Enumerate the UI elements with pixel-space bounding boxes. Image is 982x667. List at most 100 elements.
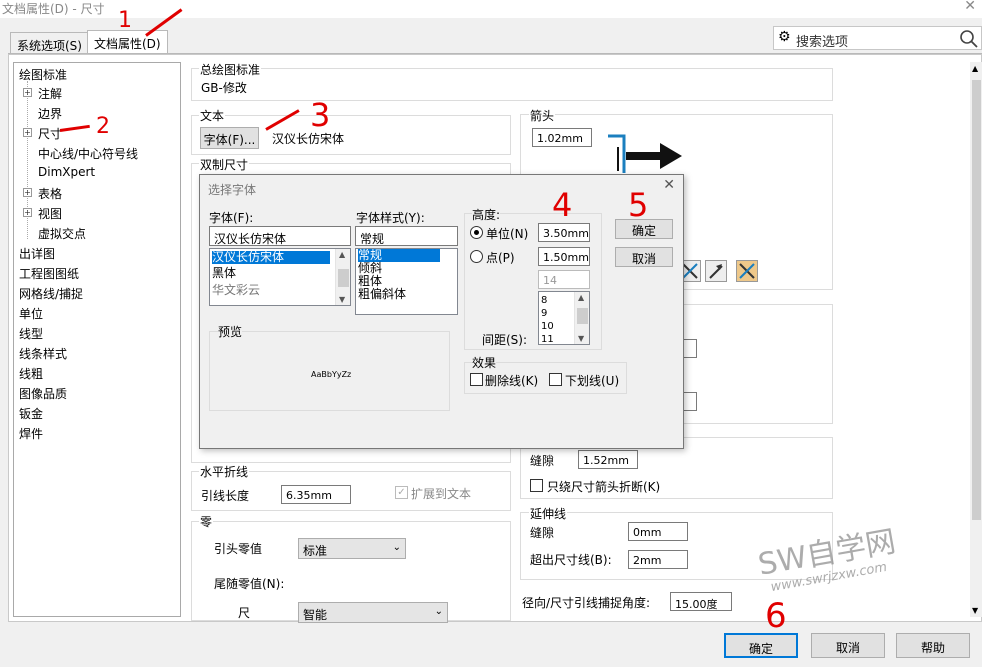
point-size-option[interactable]: 10: [541, 320, 554, 333]
underline-label: 下划线(U): [565, 374, 620, 388]
tree-item-units[interactable]: 单位: [19, 305, 43, 322]
gap-label: 缝隙: [530, 454, 555, 468]
ok-button[interactable]: 确定: [724, 633, 798, 658]
tree-item-line-font[interactable]: 线型: [19, 325, 43, 342]
arrow-style-icon[interactable]: [705, 260, 727, 282]
search-box[interactable]: ⚙ 搜索选项: [773, 26, 982, 50]
tree-item-drawing-sheets[interactable]: 工程图图纸: [19, 265, 79, 282]
tree-item-virtual-sharps[interactable]: 虚拟交点: [38, 225, 86, 242]
close-icon[interactable]: ✕: [964, 0, 976, 14]
tree-item-dimxpert[interactable]: DimXpert: [38, 165, 95, 179]
underline-checkbox[interactable]: [549, 373, 562, 386]
cancel-button[interactable]: 取消: [811, 633, 885, 658]
annotation-5: 5: [628, 186, 649, 224]
tree-item-grid-snap[interactable]: 网格线/捕捉: [19, 285, 83, 302]
leading-zeros-select[interactable]: 标准 ⌄: [298, 538, 406, 559]
leader-length-label: 引线长度: [201, 489, 250, 503]
strikeout-checkbox[interactable]: [470, 373, 483, 386]
beyond-dim-line-input[interactable]: 2mm: [628, 550, 688, 569]
tree-item-weldments[interactable]: 焊件: [19, 425, 43, 442]
scroll-up-icon[interactable]: ▲: [972, 64, 978, 73]
extend-to-text-label: 扩展到文本: [411, 487, 472, 501]
dialog-cancel-button[interactable]: 取消: [615, 247, 673, 267]
main-scrollbar[interactable]: ▲ ▼: [970, 62, 982, 617]
expand-icon[interactable]: +: [23, 208, 32, 217]
search-input[interactable]: 搜索选项: [796, 31, 848, 50]
tree-item-dimensions[interactable]: 尺寸: [38, 125, 62, 142]
font-style-listbox[interactable]: 常规 倾斜 粗体 粗偏斜体: [355, 248, 458, 315]
tree-item-line-style[interactable]: 线条样式: [19, 345, 67, 362]
point-size-option[interactable]: 9: [541, 307, 547, 320]
scroll-down-icon[interactable]: ▼: [972, 606, 978, 615]
tree-item-border[interactable]: 边界: [38, 105, 62, 122]
scroll-up-icon[interactable]: ▲: [578, 293, 584, 302]
scrollbar-thumb[interactable]: [577, 308, 588, 324]
annotation-4: 4: [552, 186, 573, 224]
beyond-dim-line-label: 超出尺寸线(B):: [530, 553, 612, 567]
search-icon[interactable]: [959, 29, 979, 49]
horizontal-fold-title: 水平折线: [199, 463, 250, 480]
font-input[interactable]: 汉仪长仿宋体: [209, 226, 351, 246]
annotation-3: 3: [310, 96, 331, 134]
dialog-close-icon[interactable]: ✕: [663, 177, 675, 193]
tree-item-annotations[interactable]: 注解: [38, 85, 62, 102]
scroll-down-icon[interactable]: ▼: [339, 295, 345, 304]
tab-document-properties[interactable]: 文档属性(D): [87, 30, 168, 54]
overall-standard-value: GB-修改: [201, 81, 247, 95]
tree-item-detailing[interactable]: 出详图: [19, 245, 55, 262]
expand-icon[interactable]: +: [23, 88, 32, 97]
only-arrow-break-checkbox[interactable]: [530, 479, 543, 492]
annotation-1: 1: [118, 8, 132, 33]
point-input[interactable]: 1.50mm: [538, 247, 590, 266]
tree-item-tables[interactable]: 表格: [38, 185, 62, 202]
scrollbar-thumb[interactable]: [338, 269, 349, 287]
tree-item-views[interactable]: 视图: [38, 205, 62, 222]
tree-item-image-quality[interactable]: 图像品质: [19, 385, 67, 402]
font-style-input[interactable]: 常规: [355, 226, 458, 246]
gap-input[interactable]: 1.52mm: [578, 450, 638, 469]
leader-length-input[interactable]: 6.35mm: [281, 485, 351, 504]
point-size-scrollbar[interactable]: ▲ ▼: [574, 292, 589, 344]
help-button[interactable]: 帮助: [896, 633, 970, 658]
point-size-option[interactable]: 11: [541, 333, 554, 346]
tree-item-centerlines[interactable]: 中心线/中心符号线: [38, 145, 138, 162]
font-option[interactable]: 华文彩云: [212, 284, 260, 297]
expand-icon[interactable]: +: [23, 128, 32, 137]
expand-icon[interactable]: +: [23, 188, 32, 197]
font-option[interactable]: 汉仪长仿宋体: [212, 251, 330, 264]
trailing-zeros-label: 尾随零值(N):: [214, 577, 285, 591]
scroll-down-icon[interactable]: ▼: [578, 334, 584, 343]
effects-title: 效果: [472, 354, 497, 371]
gear-icon[interactable]: ⚙: [778, 29, 791, 45]
tab-label: 系统选项(S): [17, 39, 82, 53]
preview-title: 预览: [218, 323, 243, 340]
snap-angle-input[interactable]: 15.00度: [670, 592, 732, 611]
chevron-down-icon: ⌄: [392, 542, 401, 553]
font-style-option[interactable]: 粗偏斜体: [358, 288, 406, 301]
tab-system-options[interactable]: 系统选项(S): [10, 32, 89, 54]
arrow-size-input[interactable]: 1.02mm: [532, 128, 592, 147]
point-size-listbox[interactable]: 8 9 10 11 ▲ ▼: [538, 291, 590, 345]
font-list-scrollbar[interactable]: ▲ ▼: [335, 249, 350, 305]
point-radio[interactable]: [470, 250, 483, 263]
font-button[interactable]: 字体(F)...: [200, 127, 259, 149]
hidden-input[interactable]: [683, 339, 697, 358]
extend-to-text-checkbox[interactable]: ✓: [395, 486, 408, 499]
tree-item-sheet-metal[interactable]: 钣金: [19, 405, 43, 422]
unit-input[interactable]: 3.50mm: [538, 223, 590, 242]
dimensions-zeros-label: 尺: [238, 606, 251, 620]
font-option[interactable]: 黑体: [212, 267, 236, 280]
tree-item-line-thickness[interactable]: 线粗: [19, 365, 43, 382]
arrow-style-icon[interactable]: [736, 260, 758, 282]
scrollbar-thumb[interactable]: [972, 80, 981, 520]
extension-lines-title: 延伸线: [529, 505, 568, 522]
hidden-input[interactable]: [683, 392, 697, 411]
extension-gap-input[interactable]: 0mm: [628, 522, 688, 541]
dimensions-zeros-select[interactable]: 智能 ⌄: [298, 602, 448, 623]
point-size-input[interactable]: 14: [538, 270, 590, 289]
point-size-option[interactable]: 8: [541, 294, 547, 307]
overall-standard-group: [191, 68, 833, 101]
font-listbox[interactable]: 汉仪长仿宋体 黑体 华文彩云 ▲ ▼: [209, 248, 351, 306]
scroll-up-icon[interactable]: ▲: [339, 250, 345, 259]
unit-radio[interactable]: [470, 226, 483, 239]
